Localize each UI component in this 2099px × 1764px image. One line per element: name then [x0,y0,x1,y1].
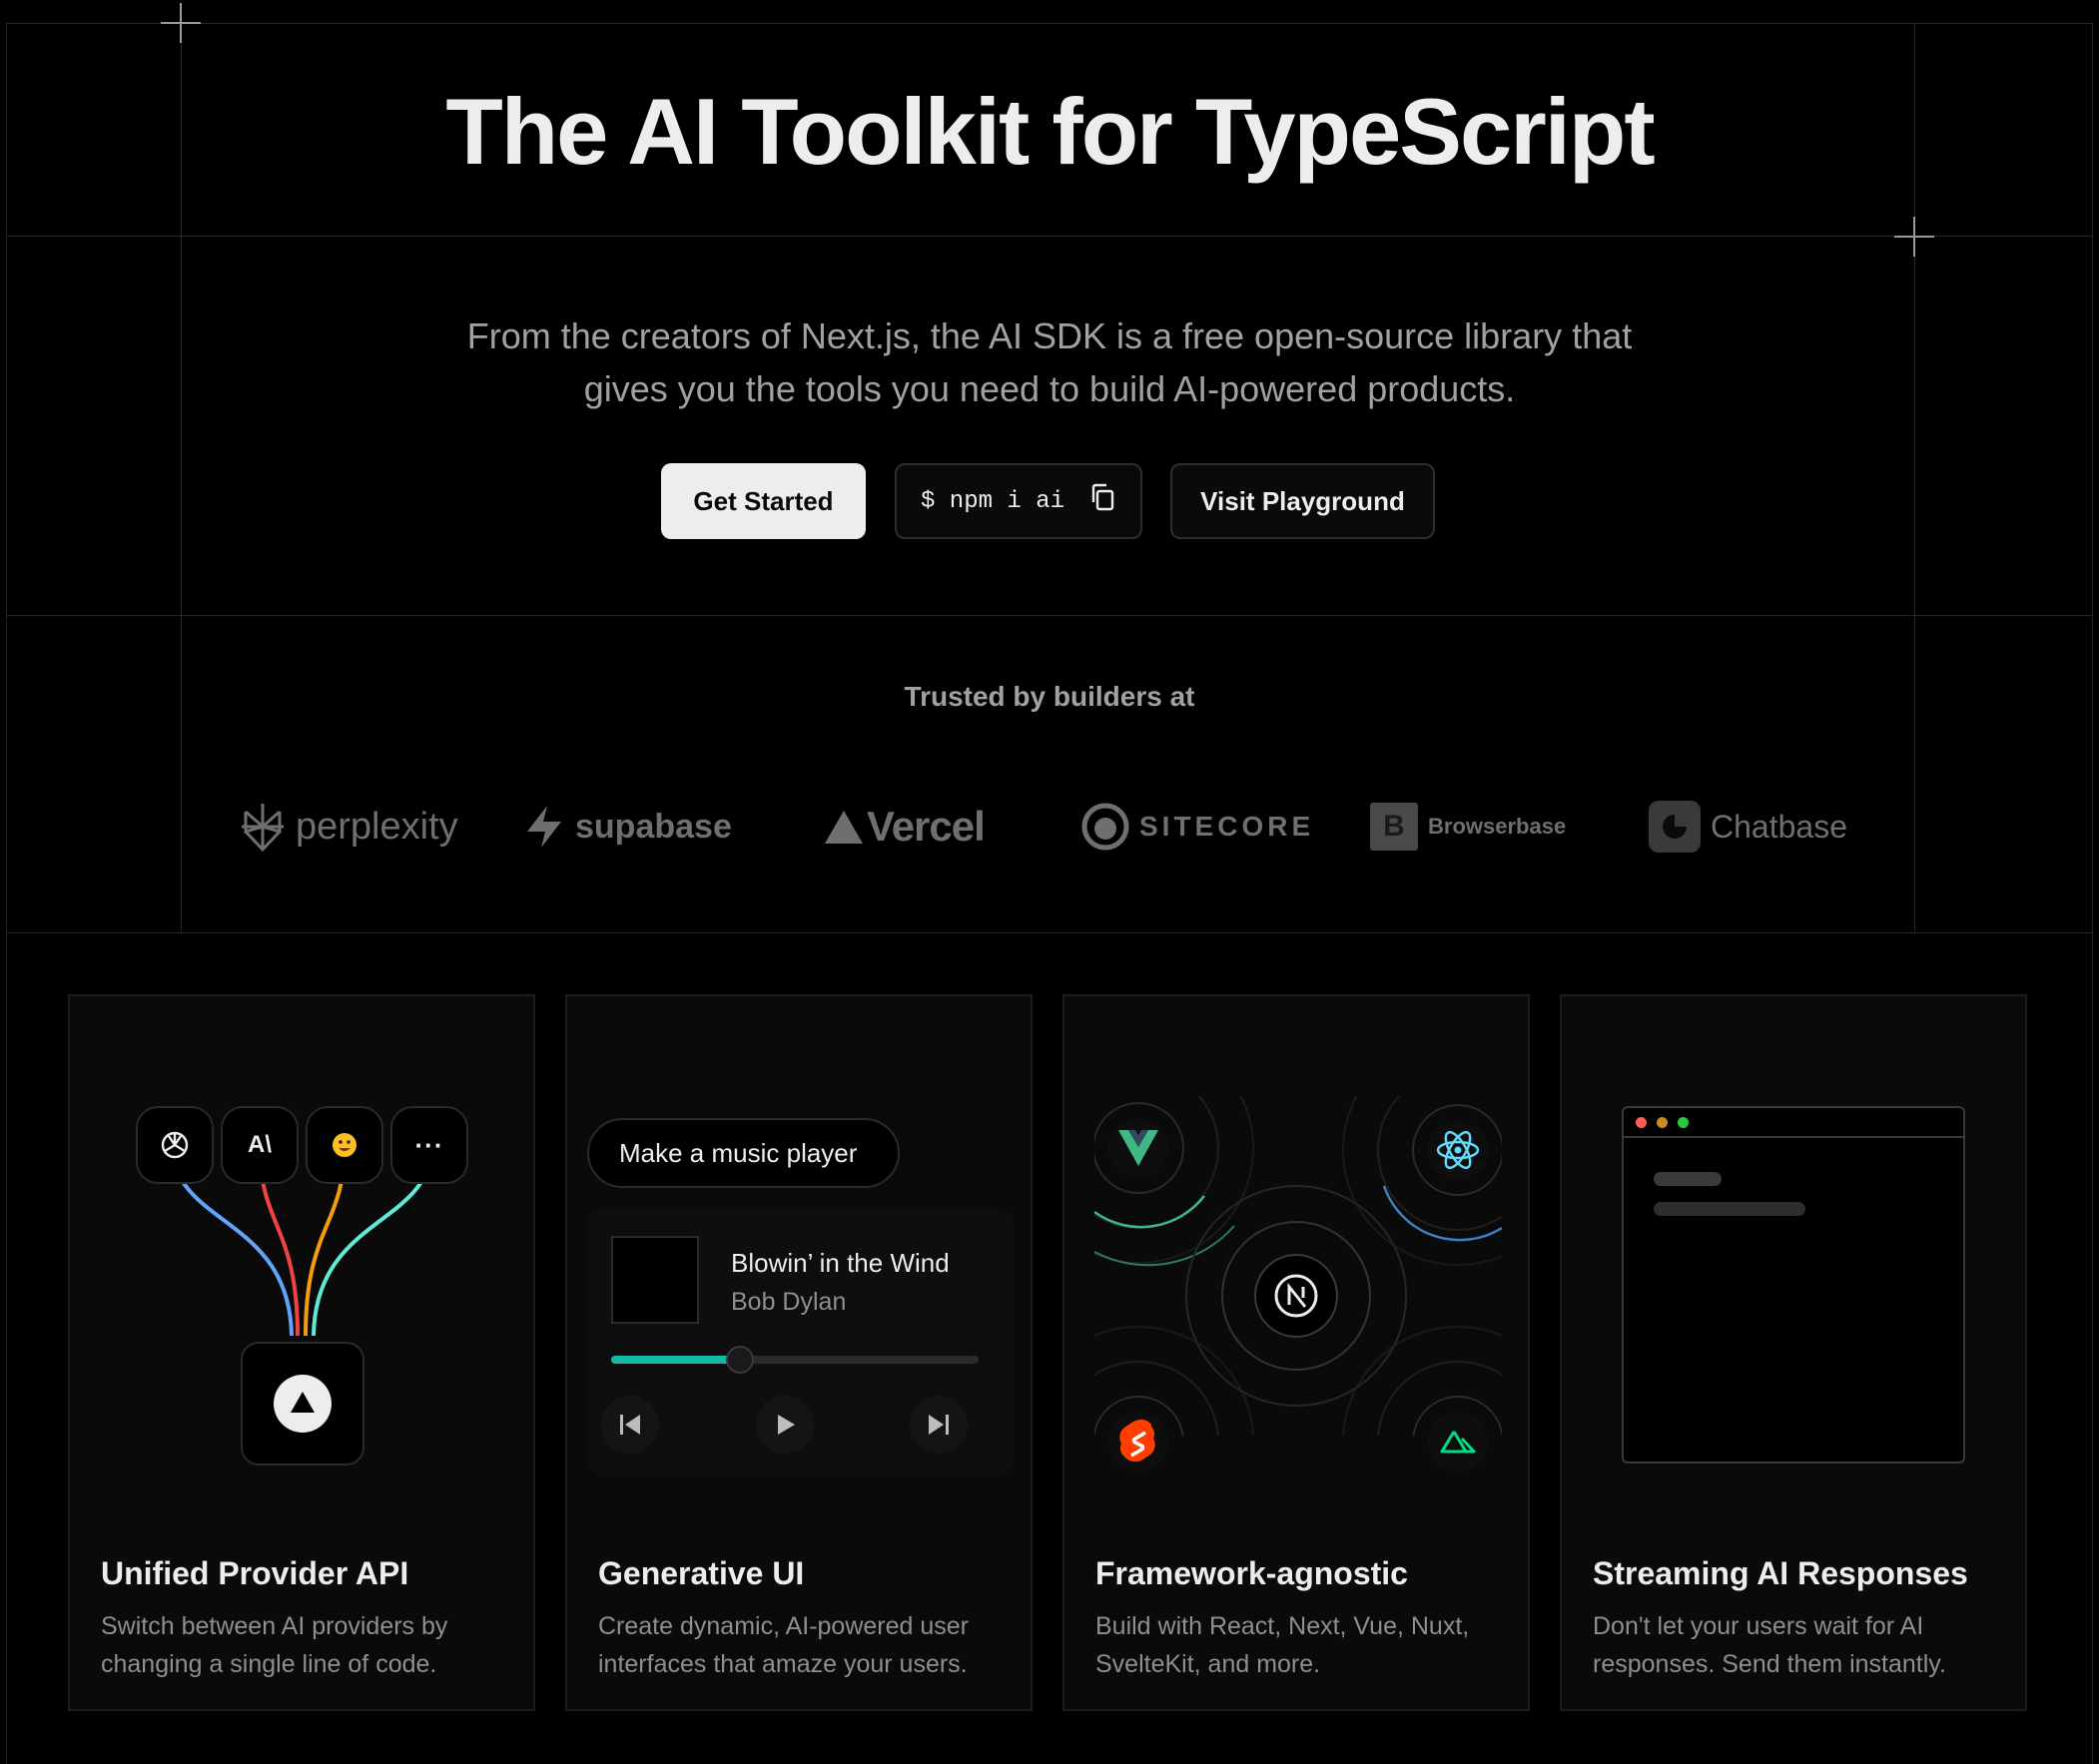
card-title: Generative UI [598,1555,805,1591]
card-description: Build with React, Next, Vue, Nuxt, Svelt… [1095,1612,1470,1678]
sdk-hub [241,1342,364,1466]
npm-command: $ npm i ai [920,487,1065,515]
previous-icon[interactable] [601,1396,659,1454]
next-icon[interactable] [910,1396,968,1454]
copy-icon[interactable] [1088,482,1116,520]
minimize-dot-icon [1657,1116,1668,1128]
vercel-triangle-icon [274,1375,332,1433]
music-player: Blowin’ in the Wind Bob Dylan [587,1208,1015,1477]
vercel-logo-icon [825,811,863,844]
logo-chatbase: Chatbase [1649,799,1847,855]
song-artist: Bob Dylan [731,1288,847,1316]
nuxt-icon [1428,1412,1488,1471]
song-title: Blowin’ in the Wind [731,1248,950,1278]
visit-playground-button[interactable]: Visit Playground [1170,463,1435,539]
chat-bubble: Make a music player [587,1118,900,1188]
svelte-icon [1108,1412,1168,1471]
logo-perplexity: perplexity [240,799,458,855]
grid-line [6,932,2093,933]
feature-card-generative-ui[interactable]: Make a music player Blowin’ in the Wind … [565,994,1033,1711]
more-icon[interactable]: ··· [390,1106,468,1184]
crosshair-marker [1894,217,1934,257]
progress-knob[interactable] [725,1346,754,1374]
logo-supabase: supabase [523,799,732,855]
huggingface-icon[interactable] [306,1106,383,1184]
card-title: Unified Provider API [101,1555,409,1591]
feature-card-framework-agnostic[interactable]: Framework-agnostic Build with React, Nex… [1062,994,1530,1711]
grid-line [6,236,2093,237]
anthropic-icon[interactable]: A\ [221,1106,299,1184]
grid-line [2092,23,2093,1764]
chat-prompt: Make a music player [619,1137,858,1168]
close-dot-icon [1636,1116,1647,1128]
nextjs-icon [1254,1254,1338,1338]
play-icon[interactable] [756,1396,814,1454]
react-icon [1428,1120,1488,1180]
progress-track[interactable] [611,1346,979,1374]
sitecore-logo-icon [1081,803,1129,851]
grid-line [6,615,2093,616]
streaming-line-short [1654,1172,1722,1186]
browser-titlebar [1624,1108,1963,1138]
browserbase-logo-icon: B [1370,803,1418,851]
visit-playground-label: Visit Playground [1200,485,1405,516]
feature-card-unified-provider[interactable]: A\ ··· Unified Provider API Switch betwe… [68,994,535,1711]
trusted-heading: Trusted by builders at [904,681,1195,712]
album-art [611,1236,699,1324]
crosshair-marker [161,3,201,43]
npm-install-copy-button[interactable]: $ npm i ai [895,463,1142,539]
progress-fill [611,1356,740,1364]
card-title: Streaming AI Responses [1593,1555,1968,1591]
card-description: Don't let your users wait for AI respons… [1593,1612,1946,1678]
vue-icon [1108,1118,1168,1178]
page-title: The AI Toolkit for TypeScript [445,79,1655,184]
openai-icon[interactable] [136,1106,214,1184]
grid-line [6,23,2093,24]
hero-subtitle: From the creators of Next.js, the AI SDK… [466,315,1633,409]
supabase-logo-icon [527,806,561,848]
maximize-dot-icon [1678,1116,1689,1128]
framework-orbit-diagram [1094,1096,1502,1436]
logo-vercel: Vercel [823,799,986,855]
chatbase-logo-icon [1649,801,1701,853]
grid-line [6,23,7,1764]
logo-browserbase: B Browserbase [1370,799,1566,855]
feature-card-streaming[interactable]: Streaming AI Responses Don't let your us… [1560,994,2027,1711]
browser-window [1622,1106,1965,1464]
card-description: Create dynamic, AI-powered user interfac… [598,1612,970,1678]
logo-sitecore: SITECORE [1081,799,1314,855]
card-title: Framework-agnostic [1095,1555,1408,1591]
perplexity-logo-icon [242,804,284,852]
streaming-line-long [1654,1202,1805,1216]
get-started-label: Get Started [693,485,834,516]
card-description: Switch between AI providers by changing … [101,1612,448,1678]
get-started-button[interactable]: Get Started [661,463,866,539]
